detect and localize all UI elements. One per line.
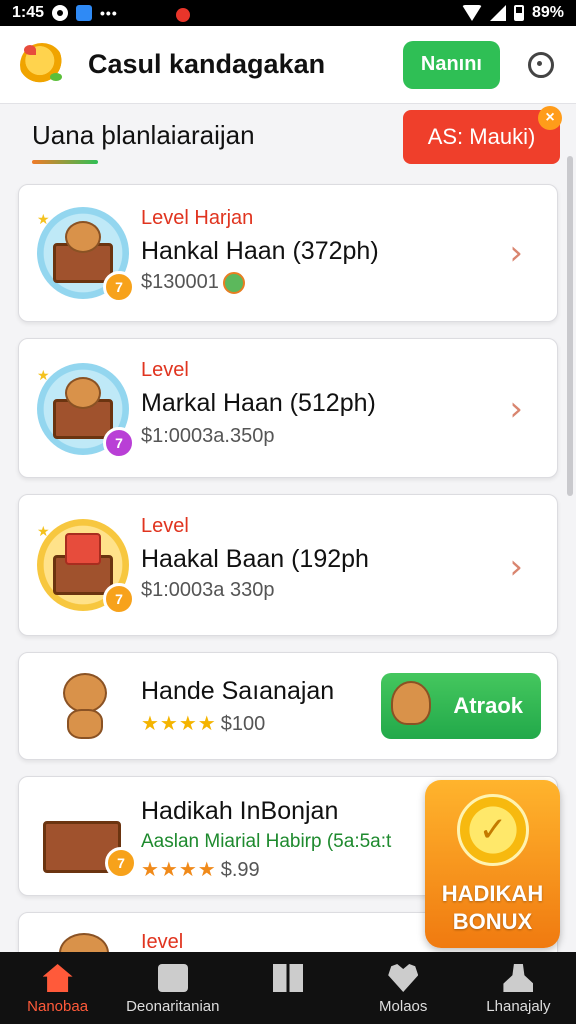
level-label: Ievel [141,931,184,953]
nav-label: Deonaritanian [126,998,220,1015]
bonus-button[interactable]: ✓ HADIKAH BONUX [425,780,560,948]
level-card[interactable]: ★ 7 Level Haakal Baan (192ph $1:0003a 33… [18,494,558,636]
home-icon [42,964,73,992]
chat-icon [157,964,188,992]
bonus-coin-icon: ✓ [457,794,529,866]
status-time: 1:45 [12,4,45,21]
chevron-right-icon[interactable]: › [509,233,523,273]
search-icon[interactable] [526,50,556,80]
treasure-chest-icon: 7 [39,791,137,883]
header-primary-button[interactable]: Nanını [402,40,500,89]
app-notification-icon [76,5,93,21]
level-label: Level Harjan [141,207,254,229]
section-underline [32,160,98,164]
nav-label: Molaos [379,998,428,1015]
gift-chest-icon: ★ 7 [37,519,135,615]
nav-label: Nanobaa [27,998,89,1015]
sparkle-icon: ★ [37,367,50,383]
status-bar: 1:45 ••• 89% [0,0,576,26]
battery-level: 89% [531,4,564,21]
section-title: Uana þlanlaiaraijan [32,120,255,150]
cards-icon [273,964,303,992]
nav-item-profile[interactable]: Lhanajaly [461,952,576,1024]
profile-icon [503,964,534,992]
bear-icon [65,221,101,253]
heart-icon [388,964,419,992]
bear-chest-icon: ★ 7 [37,363,135,459]
price-value: $130001 [141,271,219,293]
sparkle-icon: ★ [37,211,50,227]
rating-stars: ★★★★ $100 [141,711,265,736]
card-title: Markal Haan (512ph) [141,389,376,417]
notification-icon [52,5,69,21]
level-card[interactable]: ★ 7 Level Harjan Hankal Haan (372ph) $13… [18,184,558,322]
app-title: Casul kandagakan [88,49,326,79]
more-notifications-icon: ••• [100,5,118,21]
attack-button[interactable]: Atraok [381,673,541,739]
card-price: $1:0003a 330p [141,579,275,601]
level-label: Level [141,359,189,381]
signal-icon [489,5,506,21]
featured-price: $100 [220,713,266,735]
bear-mascot-icon [391,681,431,725]
level-card[interactable]: ★ 7 Level Markal Haan (512ph) $1:0003a.3… [18,338,558,478]
nav-label: Lhanajaly [486,998,551,1015]
status-right: 89% [461,4,564,22]
level-label: Level [141,515,189,537]
app-header: Casul kandagakan Nanını [0,26,576,104]
wifi-icon [461,5,482,21]
app-logo-icon [20,42,64,87]
bundle-price: $.99 [220,859,260,881]
bundle-title: Hadikah InBonjan [141,797,339,825]
bear-icon [65,377,101,409]
gift-icon [65,533,101,565]
bear-icon [63,673,107,713]
card-title: Haakal Baan (192ph [141,545,369,573]
scrollbar[interactable] [567,156,573,496]
nav-item-cards[interactable] [230,952,345,1024]
chest-bear-icon: ★ 7 [37,207,135,303]
sparkle-icon: ★ [37,523,50,539]
card-title: Hankal Haan (372ph) [141,237,379,265]
bear-character-icon [43,663,133,749]
bundle-subtitle: Aaslan Miarial Habirp (5a:5a:t [141,831,392,852]
coin-badge: 7 [103,271,135,303]
coin-badge: 7 [103,583,135,615]
nav-item-home[interactable]: Nanobaa [0,952,115,1024]
chevron-right-icon[interactable]: › [509,547,523,587]
battery-icon [513,5,524,21]
status-left: 1:45 ••• [12,4,118,22]
stars-value: ★★★★ [141,713,217,735]
stars-value: ★★★★ [141,859,217,881]
bear-body-icon [67,709,103,739]
nav-item-favorites[interactable]: Molaos [346,952,461,1024]
bonus-line2: BONUX [452,909,533,934]
card-price: $1:0003a.350p [141,425,275,447]
bonus-line1: HADIKAH [441,881,544,906]
bonus-label: HADIKAH BONUX [425,880,560,936]
chevron-right-icon[interactable]: › [509,389,523,429]
promo-button[interactable]: AS: Mauki) [403,110,560,164]
close-icon[interactable]: × [538,106,562,130]
card-price: $130001 [141,271,245,294]
notification-dot-icon [176,8,190,22]
coin-badge: 7 [105,847,137,879]
bottom-nav: Nanobaa Deonaritanian Molaos Lhanajaly [0,952,576,1024]
plant-icon [222,271,245,294]
featured-card[interactable]: Hande Saıanajan ★★★★ $100 Atraok [18,652,558,760]
rating-stars: ★★★★ $.99 [141,857,260,882]
attack-button-label: Atraok [453,693,523,718]
featured-title: Hande Saıanajan [141,677,335,705]
coin-badge: 7 [103,427,135,459]
nav-item-messages[interactable]: Deonaritanian [115,952,230,1024]
